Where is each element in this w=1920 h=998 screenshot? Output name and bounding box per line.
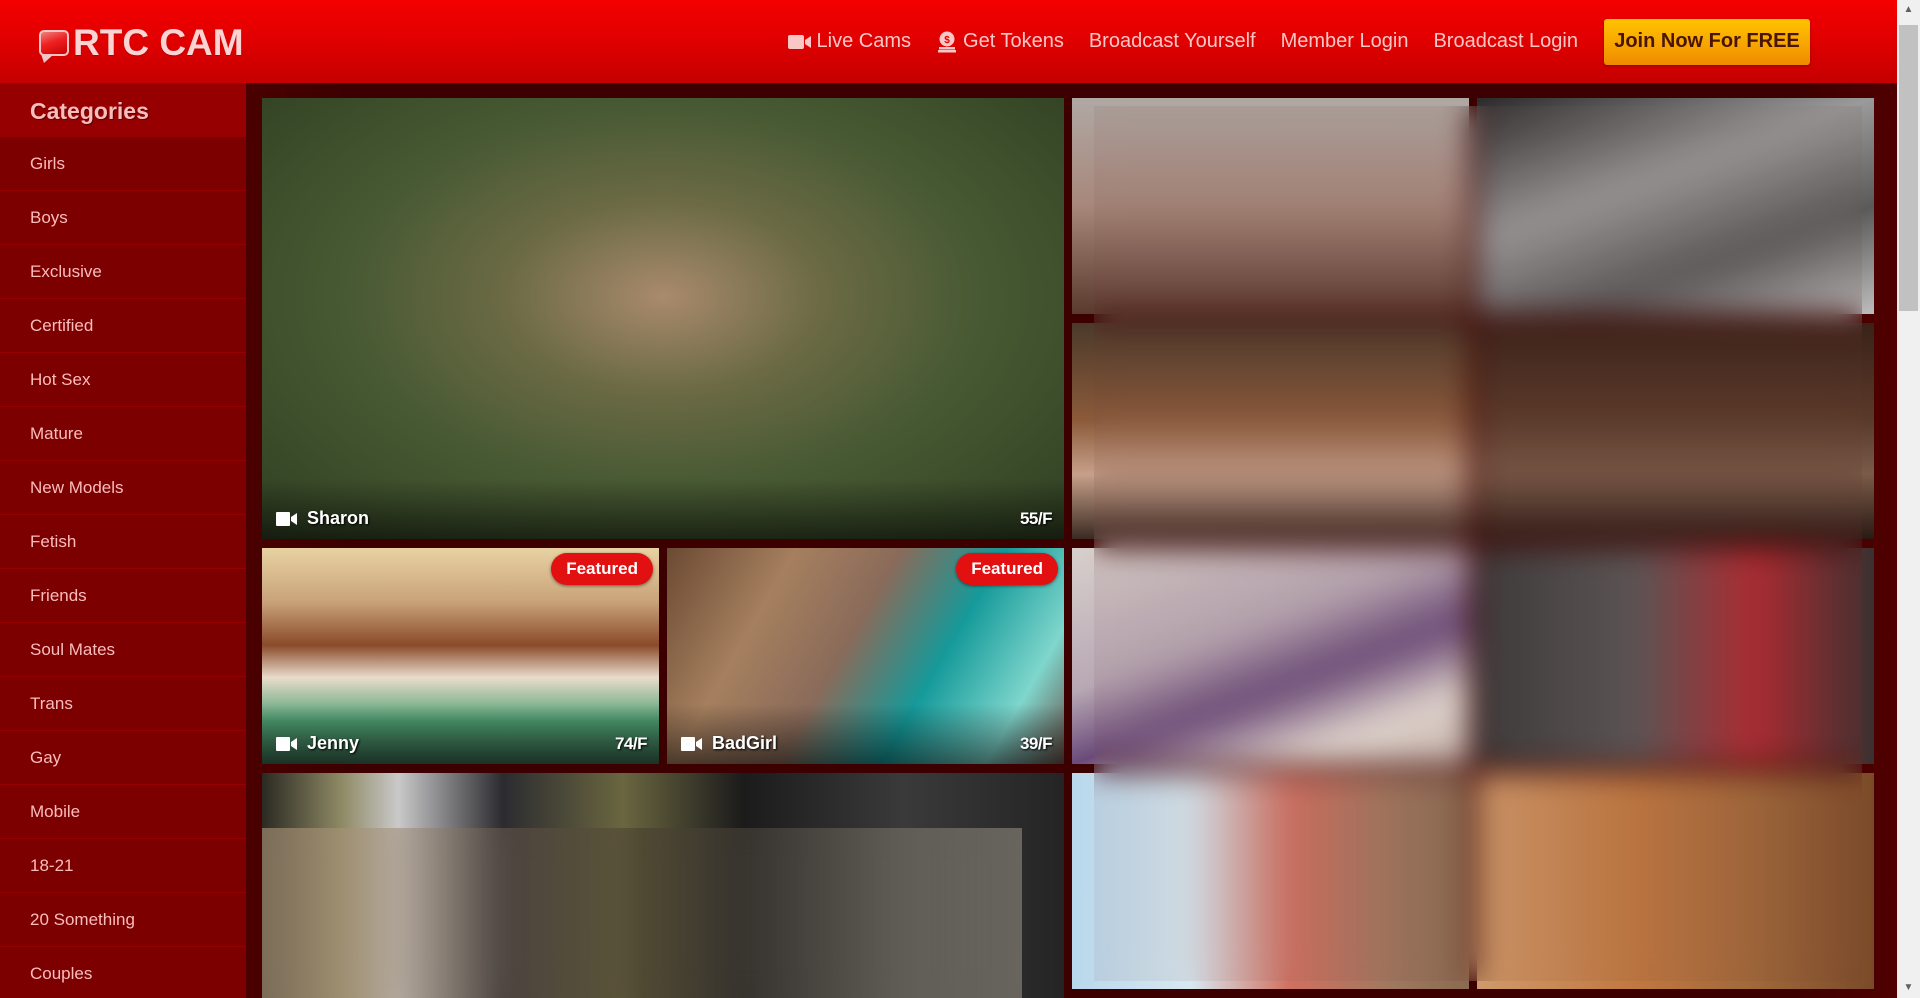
- cam-grid: Sharon 55/F Featured Jenny 74/F Featured: [246, 83, 1897, 998]
- sidebar-item-girls[interactable]: Girls: [0, 137, 246, 191]
- cam-age-gender: 39/F: [1019, 734, 1053, 753]
- scroll-up-arrow-icon[interactable]: ▲: [1897, 0, 1920, 20]
- cam-model-name: BadGirl: [712, 733, 778, 753]
- sidebar-item-20-something[interactable]: 20 Something: [0, 893, 246, 947]
- video-camera-icon: [276, 736, 297, 751]
- sidebar-item-fetish[interactable]: Fetish: [0, 515, 246, 569]
- cam-model-name: Jenny: [307, 733, 360, 753]
- page-scrollbar[interactable]: ▲ ▼: [1897, 0, 1920, 998]
- sidebar-item-boys[interactable]: Boys: [0, 191, 246, 245]
- sidebar-item-certified[interactable]: Certified: [0, 299, 246, 353]
- top-nav: Live Cams $ Get Tokens Broadcast Yoursel…: [763, 0, 1810, 83]
- sidebar-item-trans[interactable]: Trans: [0, 677, 246, 731]
- nav-broadcast-login[interactable]: Broadcast Login: [1433, 30, 1578, 53]
- cam-tile-sharon[interactable]: Sharon 55/F: [262, 98, 1064, 539]
- cam-tile-badgirl[interactable]: Featured BadGirl 39/F: [667, 548, 1064, 764]
- cam-tile-jenny[interactable]: Featured Jenny 74/F: [262, 548, 659, 764]
- scroll-down-arrow-icon[interactable]: ▼: [1897, 978, 1920, 998]
- site-logo[interactable]: RTC CAM: [38, 20, 244, 66]
- cam-caption: BadGirl: [681, 733, 777, 754]
- nav-member-login[interactable]: Member Login: [1281, 30, 1409, 53]
- cam-thumbnail: [262, 98, 1064, 539]
- sidebar-item-friends[interactable]: Friends: [0, 569, 246, 623]
- nav-get-tokens[interactable]: $ Get Tokens: [936, 30, 1064, 53]
- featured-badge: Featured: [956, 553, 1058, 585]
- sidebar-item-couples[interactable]: Couples: [0, 947, 246, 998]
- scroll-thumb[interactable]: [1899, 25, 1918, 311]
- logo-text: RTC CAM: [73, 22, 244, 63]
- site-header: RTC CAM Live Cams $ Get Tokens Broadcast…: [0, 0, 1897, 83]
- categories-heading: Categories: [0, 83, 246, 137]
- cam-tile[interactable]: [262, 773, 1064, 998]
- video-camera-icon: [276, 511, 297, 526]
- sidebar-item-gay[interactable]: Gay: [0, 731, 246, 785]
- svg-text:$: $: [944, 35, 950, 46]
- chat-bubble-logo-icon: [38, 28, 70, 63]
- nav-get-tokens-label: Get Tokens: [963, 30, 1064, 52]
- sidebar-item-hot-sex[interactable]: Hot Sex: [0, 353, 246, 407]
- sidebar-item-soul-mates[interactable]: Soul Mates: [0, 623, 246, 677]
- sidebar-item-mature[interactable]: Mature: [0, 407, 246, 461]
- video-camera-icon: [787, 34, 811, 49]
- cam-caption: Jenny: [276, 733, 359, 754]
- nav-live-cams[interactable]: Live Cams: [787, 30, 912, 53]
- cam-age-gender: 55/F: [1019, 509, 1053, 528]
- sidebar-item-mobile[interactable]: Mobile: [0, 785, 246, 839]
- sidebar-item-18-21[interactable]: 18-21: [0, 839, 246, 893]
- nav-live-cams-label: Live Cams: [816, 30, 912, 52]
- blurred-region: [1094, 106, 1862, 981]
- sidebar-item-exclusive[interactable]: Exclusive: [0, 245, 246, 299]
- cam-model-name: Sharon: [307, 508, 370, 528]
- sidebar-item-new-models[interactable]: New Models: [0, 461, 246, 515]
- categories-sidebar: Categories Girls Boys Exclusive Certifie…: [0, 83, 246, 998]
- nav-broadcast-yourself[interactable]: Broadcast Yourself: [1089, 30, 1256, 53]
- featured-badge: Featured: [551, 553, 653, 585]
- coin-stack-icon: $: [938, 31, 957, 52]
- video-camera-icon: [681, 736, 702, 751]
- cam-age-gender: 74/F: [614, 734, 648, 753]
- cam-caption: Sharon: [276, 508, 369, 529]
- blurred-region: [262, 828, 1022, 998]
- page: RTC CAM Live Cams $ Get Tokens Broadcast…: [0, 0, 1897, 998]
- join-now-button[interactable]: Join Now For FREE: [1604, 18, 1810, 65]
